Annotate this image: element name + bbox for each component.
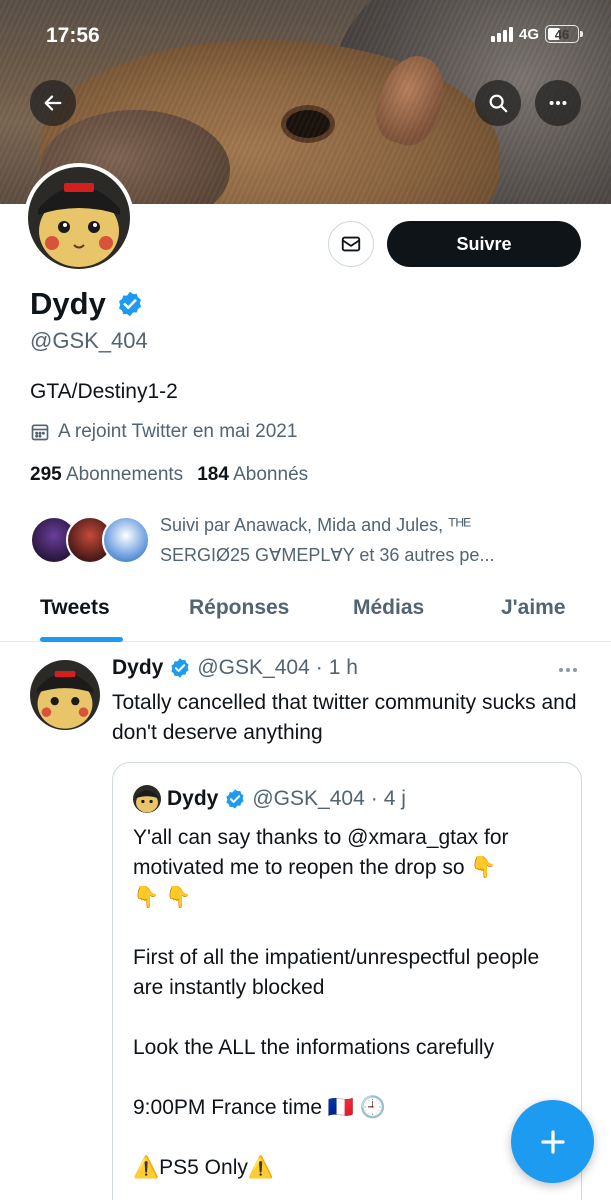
tweet-avatar[interactable] xyxy=(30,660,100,730)
quoted-author-name: Dydy xyxy=(167,787,219,810)
followed-by-section[interactable]: Suivi par Anawack, Mida and Jules, ᵀᴴᴱ S… xyxy=(30,510,590,572)
following-label: Abonnements xyxy=(65,464,184,485)
arrow-left-icon xyxy=(44,95,62,111)
pikachu-avatar-image xyxy=(30,660,100,730)
back-button[interactable] xyxy=(30,80,76,126)
status-time: 17:56 xyxy=(46,24,100,47)
quoted-tweet-text: Y'all can say thanks to @xmara_gtax for … xyxy=(133,826,540,1179)
joined-text: A rejoint Twitter en mai 2021 xyxy=(58,421,298,442)
tab-media[interactable]: Médias xyxy=(353,596,424,620)
battery-level: 46 xyxy=(554,26,570,42)
tab-replies[interactable]: Réponses xyxy=(189,596,289,620)
quoted-tweet-header: Dydy @GSK_404 · 4 j xyxy=(133,785,406,813)
tweet-header: Dydy @GSK_404 · 1 h xyxy=(112,656,358,680)
profile-handle: @GSK_404 xyxy=(30,328,148,353)
followers-link[interactable]: 184 Abonnés xyxy=(197,464,308,486)
more-horizontal-icon xyxy=(559,668,577,672)
tweet-text: Totally cancelled that twitter community… xyxy=(112,691,577,744)
quoted-separator: · xyxy=(370,787,378,810)
pikachu-avatar-image xyxy=(28,167,130,269)
quoted-time: 4 j xyxy=(383,787,406,810)
search-button[interactable] xyxy=(475,80,521,126)
profile-name: Dydy xyxy=(30,286,106,321)
network-label: 4G xyxy=(518,25,539,43)
quoted-author-handle: @GSK_404 xyxy=(252,787,365,810)
quoted-tweet-avatar xyxy=(133,785,161,813)
tweet-more-button[interactable] xyxy=(556,660,580,685)
message-button[interactable] xyxy=(328,221,374,267)
search-icon xyxy=(489,94,508,113)
status-indicators: 4G 46 xyxy=(490,25,583,43)
follow-button[interactable]: Suivre xyxy=(387,221,581,267)
profile-avatar[interactable] xyxy=(24,163,134,273)
following-count: 295 xyxy=(30,464,62,485)
plus-icon xyxy=(540,1129,565,1154)
signal-icon xyxy=(490,26,513,42)
profile-joined: A rejoint Twitter en mai 2021 xyxy=(30,421,297,443)
tweet-author-name[interactable]: Dydy xyxy=(112,656,163,680)
more-button[interactable] xyxy=(535,80,581,126)
tab-likes[interactable]: J'aime xyxy=(501,596,566,620)
profile-stats: 295 Abonnements 184 Abonnés xyxy=(30,464,308,486)
verified-badge-icon xyxy=(118,291,141,317)
compose-tweet-button[interactable] xyxy=(511,1100,594,1183)
tab-tweets[interactable]: Tweets xyxy=(40,596,110,620)
profile-name-row: Dydy xyxy=(30,286,144,322)
profile-bio: GTA/Destiny1-2 xyxy=(30,380,178,403)
tweet-author-handle: @GSK_404 xyxy=(197,656,310,679)
followed-by-text: Suivi par Anawack, Mida and Jules, ᵀᴴᴱ S… xyxy=(160,515,495,565)
tweet-time: 1 h xyxy=(328,656,358,679)
followers-count: 184 xyxy=(197,464,229,485)
followers-label: Abonnés xyxy=(233,464,309,485)
calendar-icon xyxy=(31,424,49,441)
following-link[interactable]: 295 Abonnements xyxy=(30,464,183,486)
tweet-separator: · xyxy=(315,656,323,679)
follower-avatar xyxy=(102,516,150,564)
battery-icon: 46 xyxy=(545,25,583,43)
active-tab-indicator xyxy=(40,637,123,642)
envelope-icon xyxy=(341,236,361,252)
profile-tabs: Tweets Réponses Médias J'aime xyxy=(0,582,611,642)
verified-badge-icon xyxy=(171,658,189,678)
verified-badge-icon xyxy=(226,789,244,809)
more-horizontal-icon xyxy=(549,100,567,106)
